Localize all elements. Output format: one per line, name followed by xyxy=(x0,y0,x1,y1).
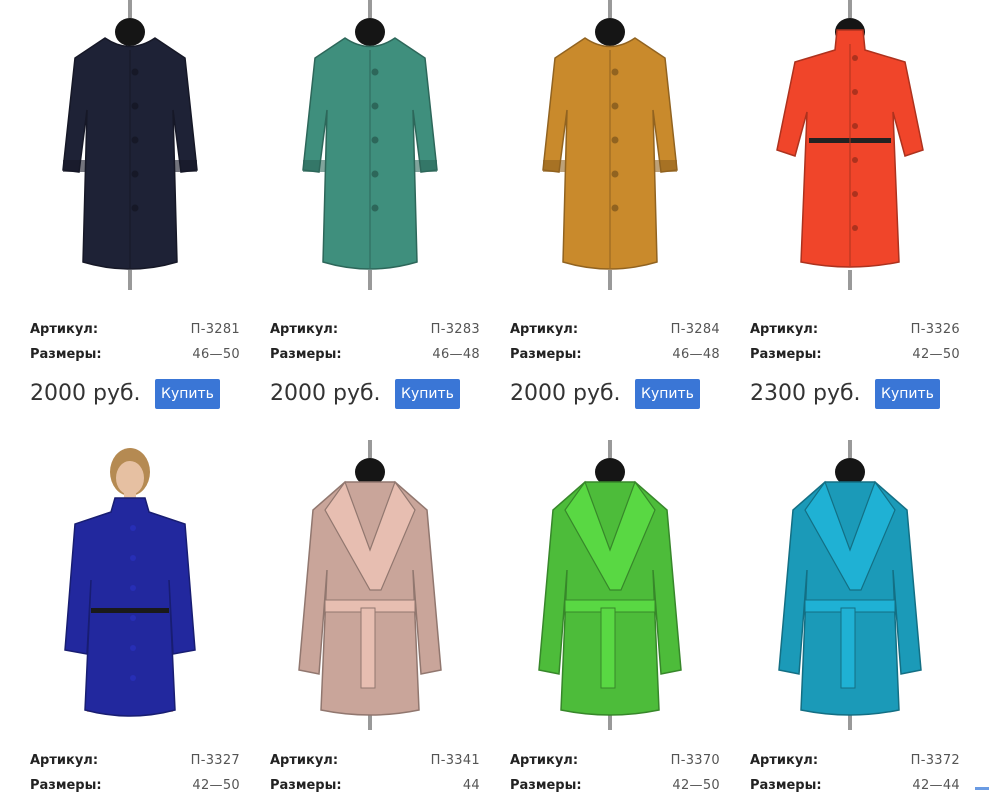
coat-mustard-illustration xyxy=(542,0,678,290)
article-row: Артикул: П-3326 xyxy=(750,322,960,338)
coat-turquoise-wrap-illustration xyxy=(778,440,922,730)
sizes-value: 42—50 xyxy=(672,778,720,793)
product-image[interactable] xyxy=(260,440,480,730)
article-value: П-3327 xyxy=(190,753,240,768)
article-value: П-3283 xyxy=(430,322,480,337)
sizes-row: Размеры: 46—50 xyxy=(30,347,240,363)
sizes-row: Размеры: 46—48 xyxy=(510,347,720,363)
product-grid: Артикул: П-3281 Размеры: 46—50 2000 руб.… xyxy=(0,0,995,793)
coat-teal-illustration xyxy=(302,0,438,290)
article-label: Артикул: xyxy=(270,322,339,337)
article-label: Артикул: xyxy=(270,753,339,768)
price: 2000 руб. xyxy=(510,381,621,406)
price: 2000 руб. xyxy=(30,381,141,406)
article-value: П-3370 xyxy=(670,753,720,768)
sizes-value: 44 xyxy=(462,778,480,793)
article-label: Артикул: xyxy=(750,322,819,337)
sizes-row: Размеры: 46—48 xyxy=(270,347,480,363)
price: 2300 руб. xyxy=(750,381,861,406)
sizes-label: Размеры: xyxy=(510,778,582,793)
sizes-row: Размеры: 42—44 xyxy=(750,778,960,794)
article-label: Артикул: xyxy=(30,322,99,337)
scroll-indicator[interactable] xyxy=(975,787,989,790)
article-label: Артикул: xyxy=(510,753,579,768)
sizes-label: Размеры: xyxy=(30,347,102,362)
article-value: П-3281 xyxy=(190,322,240,337)
coat-royal-blue-model-illustration xyxy=(64,448,196,717)
article-label: Артикул: xyxy=(750,753,819,768)
sizes-label: Размеры: xyxy=(270,347,342,362)
article-row: Артикул: П-3370 xyxy=(510,753,720,769)
coat-beige-wrap-illustration xyxy=(298,440,442,730)
article-value: П-3284 xyxy=(670,322,720,337)
article-row: Артикул: П-3283 xyxy=(270,322,480,338)
product-image[interactable] xyxy=(740,440,960,730)
sizes-value: 42—50 xyxy=(912,347,960,362)
sizes-label: Размеры: xyxy=(750,347,822,362)
sizes-label: Размеры: xyxy=(510,347,582,362)
product-image[interactable] xyxy=(260,0,480,290)
product-image[interactable] xyxy=(500,440,720,730)
article-value: П-3326 xyxy=(910,322,960,337)
article-row: Артикул: П-3327 xyxy=(30,753,240,769)
coat-dark-navy-illustration xyxy=(62,0,198,290)
price: 2000 руб. xyxy=(270,381,381,406)
article-value: П-3341 xyxy=(430,753,480,768)
product-image[interactable] xyxy=(20,440,240,730)
article-label: Артикул: xyxy=(30,753,99,768)
sizes-row: Размеры: 42—50 xyxy=(750,347,960,363)
sizes-row: Размеры: 44 xyxy=(270,778,480,794)
sizes-value: 46—48 xyxy=(432,347,480,362)
sizes-row: Размеры: 42—50 xyxy=(510,778,720,794)
sizes-label: Размеры: xyxy=(30,778,102,793)
article-row: Артикул: П-3281 xyxy=(30,322,240,338)
article-label: Артикул: xyxy=(510,322,579,337)
product-image[interactable] xyxy=(740,0,960,290)
buy-button[interactable]: Купить xyxy=(875,379,940,409)
coat-red-belted-illustration xyxy=(776,0,924,290)
article-row: Артикул: П-3341 xyxy=(270,753,480,769)
sizes-value: 46—50 xyxy=(192,347,240,362)
sizes-value: 42—44 xyxy=(912,778,960,793)
article-value: П-3372 xyxy=(910,753,960,768)
buy-button[interactable]: Купить xyxy=(155,379,220,409)
article-row: Артикул: П-3284 xyxy=(510,322,720,338)
sizes-value: 46—48 xyxy=(672,347,720,362)
product-image[interactable] xyxy=(500,0,720,290)
buy-button[interactable]: Купить xyxy=(395,379,460,409)
sizes-row: Размеры: 42—50 xyxy=(30,778,240,794)
buy-button[interactable]: Купить xyxy=(635,379,700,409)
sizes-value: 42—50 xyxy=(192,778,240,793)
sizes-label: Размеры: xyxy=(750,778,822,793)
coat-green-wrap-illustration xyxy=(538,440,682,730)
article-row: Артикул: П-3372 xyxy=(750,753,960,769)
product-image[interactable] xyxy=(20,0,240,290)
sizes-label: Размеры: xyxy=(270,778,342,793)
